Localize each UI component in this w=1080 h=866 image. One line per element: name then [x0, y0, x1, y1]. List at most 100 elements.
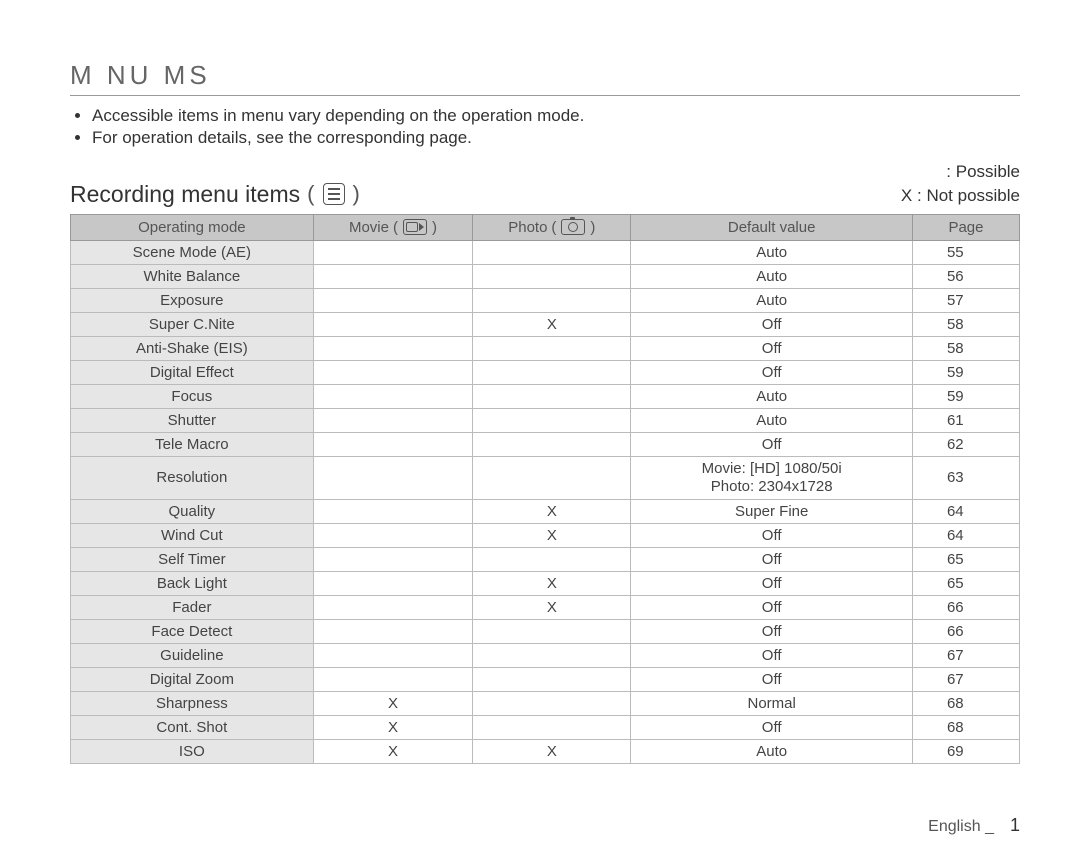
cell-movie	[313, 312, 473, 336]
cell-page: 59	[912, 360, 1019, 384]
cell-page: 67	[912, 643, 1019, 667]
cell-page: 65	[912, 547, 1019, 571]
cell-photo	[473, 360, 631, 384]
col-photo: Photo ( )	[473, 214, 631, 240]
cell-page: 64	[912, 499, 1019, 523]
paren-close: )	[432, 219, 437, 236]
legend-possible: : Possible	[901, 160, 1020, 184]
cell-name: Guideline	[71, 643, 314, 667]
table-row: Face DetectOff66	[71, 619, 1020, 643]
cell-default: Off	[631, 432, 913, 456]
cell-name: Back Light	[71, 571, 314, 595]
table-row: Scene Mode (AE)Auto55	[71, 240, 1020, 264]
cell-photo	[473, 240, 631, 264]
cell-page: 69	[912, 739, 1019, 763]
cell-default: Off	[631, 523, 913, 547]
paren-open: (	[551, 219, 556, 236]
cell-name: Cont. Shot	[71, 715, 314, 739]
table-row: Super C.NiteXOff58	[71, 312, 1020, 336]
table-row: QualityXSuper Fine64	[71, 499, 1020, 523]
cell-default: Off	[631, 667, 913, 691]
cell-movie	[313, 456, 473, 499]
cell-photo	[473, 456, 631, 499]
cell-page: 65	[912, 571, 1019, 595]
cell-page: 55	[912, 240, 1019, 264]
cell-name: Tele Macro	[71, 432, 314, 456]
table-row: Cont. ShotXOff68	[71, 715, 1020, 739]
cell-photo	[473, 547, 631, 571]
cell-name: Fader	[71, 595, 314, 619]
cell-movie	[313, 547, 473, 571]
table-row: Wind CutXOff64	[71, 523, 1020, 547]
cell-page: 57	[912, 288, 1019, 312]
cell-default: Normal	[631, 691, 913, 715]
table-row: FocusAuto59	[71, 384, 1020, 408]
cell-default: Off	[631, 571, 913, 595]
cell-page: 67	[912, 667, 1019, 691]
cell-default: Off	[631, 547, 913, 571]
cell-movie	[313, 595, 473, 619]
col-default: Default value	[631, 214, 913, 240]
table-row: ResolutionMovie: [HD] 1080/50iPhoto: 230…	[71, 456, 1020, 499]
cell-name: Anti-Shake (EIS)	[71, 336, 314, 360]
table-row: Digital EffectOff59	[71, 360, 1020, 384]
table-row: White BalanceAuto56	[71, 264, 1020, 288]
cell-movie: X	[313, 715, 473, 739]
cell-movie	[313, 619, 473, 643]
cell-page: 66	[912, 595, 1019, 619]
table-row: Tele Macro Off62	[71, 432, 1020, 456]
section-heading: M NU MS	[70, 60, 1020, 96]
cell-page: 59	[912, 384, 1019, 408]
cell-movie	[313, 360, 473, 384]
cell-name: Wind Cut	[71, 523, 314, 547]
cell-default: Off	[631, 360, 913, 384]
col-photo-label: Photo	[508, 219, 547, 236]
cell-default: Auto	[631, 264, 913, 288]
paren-close: )	[352, 181, 359, 207]
col-movie-label: Movie	[349, 219, 389, 236]
cell-page: 66	[912, 619, 1019, 643]
cell-name: ISO	[71, 739, 314, 763]
cell-photo	[473, 408, 631, 432]
cell-photo: X	[473, 523, 631, 547]
cell-default: Off	[631, 595, 913, 619]
table-row: Guideline Off67	[71, 643, 1020, 667]
cell-page: 61	[912, 408, 1019, 432]
col-operating-mode: Operating mode	[71, 214, 314, 240]
legend-not-possible: X : Not possible	[901, 184, 1020, 208]
cell-name: Digital Zoom	[71, 667, 314, 691]
legend-x: X	[901, 186, 912, 205]
paren-open: (	[307, 181, 314, 207]
table-row: Self TimerOff65	[71, 547, 1020, 571]
cell-default: Auto	[631, 739, 913, 763]
cell-name: Super C.Nite	[71, 312, 314, 336]
subheading-text: Recording menu items	[70, 181, 300, 208]
table-row: Anti-Shake (EIS)Off58	[71, 336, 1020, 360]
cell-name: Sharpness	[71, 691, 314, 715]
cell-page: 68	[912, 691, 1019, 715]
cell-movie	[313, 667, 473, 691]
cell-photo	[473, 264, 631, 288]
cell-photo: X	[473, 739, 631, 763]
cell-photo	[473, 384, 631, 408]
table-row: FaderXOff66	[71, 595, 1020, 619]
cell-default: Auto	[631, 408, 913, 432]
bullet-item: For operation details, see the correspon…	[92, 128, 1020, 148]
cell-default: Off	[631, 715, 913, 739]
cell-photo: X	[473, 499, 631, 523]
cell-name: Focus	[71, 384, 314, 408]
table-row: Exposure Auto57	[71, 288, 1020, 312]
table-row: SharpnessXNormal68	[71, 691, 1020, 715]
table-row: Back LightXOff65	[71, 571, 1020, 595]
cell-movie	[313, 336, 473, 360]
cell-photo: X	[473, 312, 631, 336]
cell-default: Off	[631, 643, 913, 667]
cell-name: Resolution	[71, 456, 314, 499]
intro-bullets: Accessible items in menu vary depending …	[70, 106, 1020, 148]
footer-lang: English _	[928, 818, 994, 836]
cell-default: Auto	[631, 288, 913, 312]
cell-page: 62	[912, 432, 1019, 456]
cell-name: Exposure	[71, 288, 314, 312]
cell-movie	[313, 384, 473, 408]
cell-movie	[313, 264, 473, 288]
